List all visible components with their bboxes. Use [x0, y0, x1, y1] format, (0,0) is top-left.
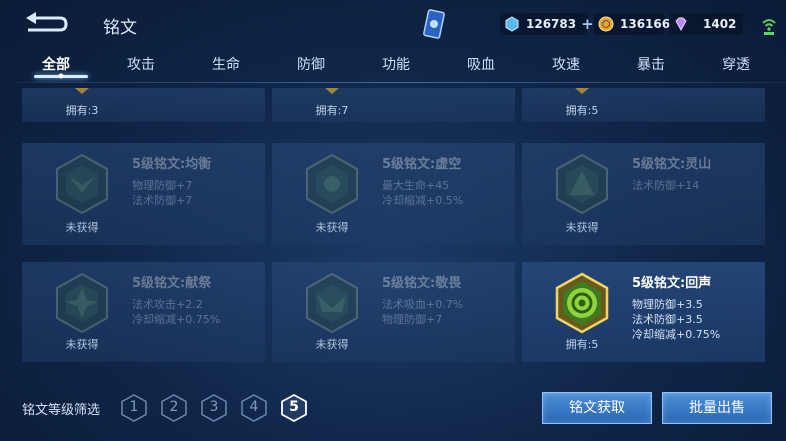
tab-function[interactable]: 功能 [356, 54, 436, 74]
rune-info: 5级铭文:虚空 最大生命+45 冷却缩减+0.5% [382, 153, 463, 208]
card-deck-icon[interactable] [423, 8, 445, 40]
rune-info: 5级铭文:回声 物理防御+3.5 法术防御+3.5 冷却缩减+0.75% [632, 272, 720, 342]
rune-gem-icon [556, 153, 608, 215]
tab-penetration[interactable]: 穿透 [696, 54, 776, 74]
owned-status: 未获得 [65, 338, 99, 351]
tab-lifesteal[interactable]: 吸血 [441, 54, 521, 74]
rune-card[interactable]: 拥有:7 [272, 88, 515, 122]
level-filter-3[interactable]: 3 [201, 394, 227, 422]
rune-gem-icon [75, 88, 89, 94]
rune-card-sacrifice[interactable]: 5级铭文:献祭 法术攻击+2.2 冷却缩减+0.75% 未获得 [22, 262, 265, 362]
tab-defense[interactable]: 防御 [271, 54, 351, 74]
page-title: 铭文 [103, 18, 137, 38]
gold-amount: 136166 [620, 17, 671, 31]
add-crystal-button[interactable]: + [581, 15, 594, 33]
rune-name: 5级铭文:回声 [632, 276, 712, 291]
rune-attribute: 法术吸血+0.7% [382, 298, 464, 311]
rune-attribute: 物理防御+7 [132, 179, 193, 192]
rune-gem-icon [306, 153, 358, 215]
rune-card-echo[interactable]: 5级铭文:回声 物理防御+3.5 法术防御+3.5 冷却缩减+0.75% 拥有:… [522, 262, 765, 362]
gold-coin-icon [598, 16, 614, 32]
rune-attribute: 法术攻击+2.2 [132, 298, 203, 311]
rune-info: 5级铭文:均衡 物理防御+7 法术防御+7 [132, 153, 211, 208]
rune-info: 5级铭文:灵山 法术防御+14 [632, 153, 711, 193]
level-number: 2 [169, 399, 179, 415]
rune-attribute: 冷却缩减+0.75% [132, 313, 221, 326]
level-filter-label: 铭文等级筛选 [22, 403, 101, 418]
tab-health[interactable]: 生命 [186, 54, 266, 74]
tab-indicator-dot-icon [58, 73, 64, 79]
rune-attribute: 物理防御+3.5 [632, 298, 703, 311]
owned-status: 未获得 [65, 221, 99, 234]
owned-status: 未获得 [315, 221, 349, 234]
wifi-signal-icon [762, 19, 776, 35]
level-number: 3 [209, 399, 219, 415]
rune-card[interactable]: 拥有:3 [22, 88, 265, 122]
level-filter-5[interactable]: 5 [281, 394, 307, 422]
rune-name: 5级铭文:敬畏 [382, 276, 462, 291]
obtain-rune-button[interactable]: 铭文获取 [542, 392, 652, 424]
owned-count: 拥有:5 [565, 104, 599, 117]
level-filter-4[interactable]: 4 [241, 394, 267, 422]
crystal-currency: 126783 + [500, 13, 594, 35]
rune-attribute: 法术防御+14 [632, 179, 700, 192]
level-filter-1[interactable]: 1 [121, 394, 147, 422]
rune-attribute: 法术防御+3.5 [632, 313, 703, 326]
tab-attack-speed[interactable]: 攻速 [526, 54, 606, 74]
rune-info: 5级铭文:献祭 法术攻击+2.2 冷却缩减+0.75% [132, 272, 220, 327]
diamond-icon [675, 17, 687, 32]
gold-currency: 136166 [594, 13, 670, 35]
rune-gem-icon [56, 153, 108, 215]
rune-attribute: 法术防御+7 [132, 194, 193, 207]
owned-count: 拥有:5 [565, 338, 599, 351]
rune-attribute: 冷却缩减+0.75% [632, 328, 721, 341]
rune-card-void[interactable]: 5级铭文:虚空 最大生命+45 冷却缩减+0.5% 未获得 [272, 143, 515, 245]
owned-status: 未获得 [315, 338, 349, 351]
rune-gem-icon [575, 88, 589, 94]
rune-info: 5级铭文:敬畏 法术吸血+0.7% 物理防御+7 [382, 272, 463, 327]
level-number: 5 [289, 399, 299, 415]
owned-count: 拥有:7 [315, 104, 349, 117]
rune-name: 5级铭文:虚空 [382, 157, 462, 172]
owned-count: 拥有:3 [65, 104, 99, 117]
rune-gem-icon [306, 272, 358, 334]
back-arrow-icon[interactable] [22, 10, 68, 36]
top-bar: 铭文 126783 + 136166 1402 [0, 0, 786, 48]
rune-card-balance[interactable]: 5级铭文:均衡 物理防御+7 法术防御+7 未获得 [22, 143, 265, 245]
diamond-currency: 1402 [669, 13, 743, 35]
rune-attribute: 最大生命+45 [382, 179, 450, 192]
diamond-amount: 1402 [703, 17, 737, 31]
crystal-icon [505, 16, 519, 32]
rune-gem-icon [555, 272, 609, 334]
level-number: 1 [129, 399, 139, 415]
rune-card[interactable]: 拥有:5 [522, 88, 765, 122]
owned-status: 未获得 [565, 221, 599, 234]
category-tabs: 全部 攻击 生命 防御 功能 吸血 攻速 暴击 穿透 [16, 48, 786, 86]
tab-attack[interactable]: 攻击 [101, 54, 181, 74]
tabs-divider [16, 82, 786, 83]
rune-name: 5级铭文:献祭 [132, 276, 212, 291]
level-filter-2[interactable]: 2 [161, 394, 187, 422]
tab-critical[interactable]: 暴击 [611, 54, 691, 74]
rune-name: 5级铭文:均衡 [132, 157, 212, 172]
rune-card-awe[interactable]: 5级铭文:敬畏 法术吸血+0.7% 物理防御+7 未获得 [272, 262, 515, 362]
rune-gem-icon [325, 88, 339, 94]
tab-all[interactable]: 全部 [16, 54, 96, 74]
bulk-sell-button[interactable]: 批量出售 [662, 392, 772, 424]
rune-card-spirit-mountain[interactable]: 5级铭文:灵山 法术防御+14 未获得 [522, 143, 765, 245]
crystal-amount: 126783 [526, 17, 577, 31]
rune-gem-icon [56, 272, 108, 334]
rune-attribute: 物理防御+7 [382, 313, 443, 326]
level-number: 4 [249, 399, 259, 415]
rune-name: 5级铭文:灵山 [632, 157, 712, 172]
rune-attribute: 冷却缩减+0.5% [382, 194, 464, 207]
